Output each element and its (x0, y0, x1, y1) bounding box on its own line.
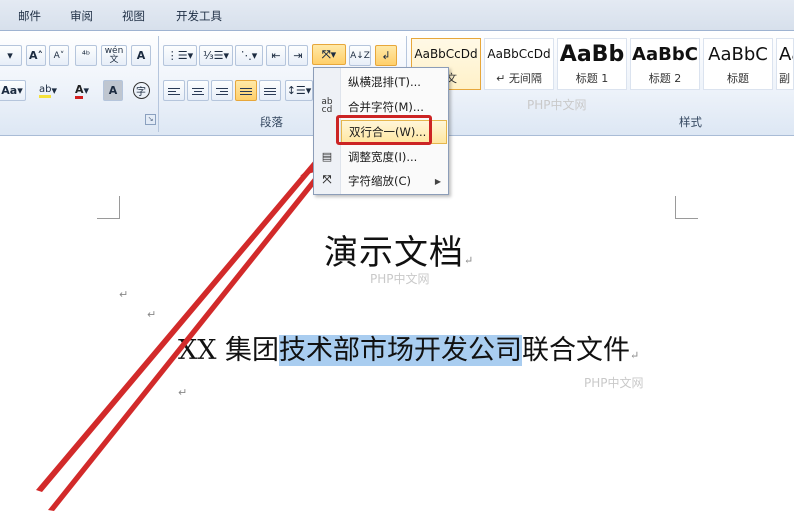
highlight-annotation-box (336, 115, 432, 145)
menu-item-fit-text[interactable]: 调整宽度(I)... (341, 145, 447, 169)
char-scale-icon: ⤧ (322, 173, 332, 186)
submenu-arrow-icon: ▶ (434, 176, 441, 186)
combine-chars-icon: ab cd (321, 97, 333, 115)
menu-item-label: 调整宽度(I)... (348, 150, 418, 164)
menu-item-label: 合并字符(M)... (348, 100, 424, 114)
arrow-stroke (36, 150, 330, 492)
fit-text-icon: ▤ (321, 149, 333, 163)
menu-item-character-scaling[interactable]: 字符缩放(C) ▶ (341, 169, 447, 193)
menu-item-vertical-horizontal[interactable]: 纵横混排(T)... (341, 70, 447, 94)
arrow-stroke (48, 155, 340, 511)
menu-item-label: 纵横混排(T)... (348, 75, 421, 89)
menu-item-label: 字符缩放(C) (348, 174, 412, 188)
